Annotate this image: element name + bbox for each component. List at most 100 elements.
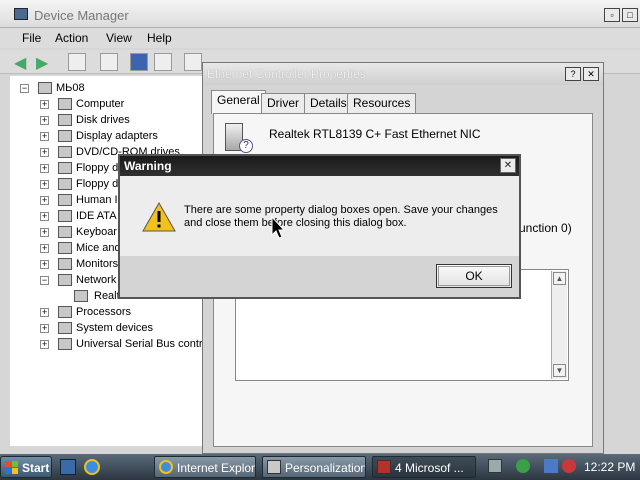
expand-icon[interactable]: + <box>40 244 49 253</box>
expand-icon[interactable]: + <box>40 308 49 317</box>
system-icon <box>58 322 72 334</box>
floppy-drive-icon <box>58 178 72 190</box>
network-icon <box>58 274 72 286</box>
properties-help-button[interactable]: ? <box>565 67 581 81</box>
expand-icon[interactable]: + <box>40 212 49 221</box>
show-desktop-icon[interactable] <box>60 459 76 475</box>
menu-action[interactable]: Action <box>55 31 88 45</box>
tab-driver[interactable]: Driver <box>261 93 305 113</box>
expand-icon[interactable]: + <box>40 164 49 173</box>
tree-item-label: Mice and <box>76 242 121 254</box>
view-button[interactable] <box>154 53 172 71</box>
ie-icon <box>159 460 173 474</box>
scan-hardware-button[interactable] <box>184 53 202 71</box>
processor-icon <box>58 306 72 318</box>
usb-icon <box>58 338 72 350</box>
tree-item-label: Processors <box>76 306 132 318</box>
tree-item-label: IDE ATA <box>76 210 117 222</box>
disk-icon <box>58 114 72 126</box>
status-scrollbar[interactable]: ▲ ▼ <box>551 271 567 379</box>
tree-item-label: Network <box>76 274 117 286</box>
expand-icon[interactable]: + <box>40 324 49 333</box>
menu-bar: File Action View Help <box>0 28 640 48</box>
network-tray-icon[interactable] <box>544 459 558 473</box>
properties-title: Ethernet Controller Properties <box>207 67 366 81</box>
tree-item-label: Universal Serial Bus contro <box>76 338 209 350</box>
tree-item-label: Disk drives <box>76 114 130 126</box>
keyboard-tray-icon[interactable] <box>488 459 502 473</box>
tree-item-label: Floppy di <box>76 162 121 174</box>
device-manager-titlebar[interactable]: Device Manager ▫ □ <box>0 0 640 28</box>
start-button[interactable]: Start <box>0 456 52 478</box>
warning-close-button[interactable]: ✕ <box>500 158 516 173</box>
tree-item-label: Keyboar <box>76 226 117 238</box>
question-mark-icon: ? <box>239 139 253 153</box>
warning-message-line2: and close them before closing this dialo… <box>184 217 407 229</box>
collapse-icon[interactable]: − <box>20 84 29 93</box>
personalization-icon <box>267 460 281 474</box>
scroll-up-icon[interactable]: ▲ <box>553 272 566 285</box>
task-label: Internet Explor... <box>177 461 256 475</box>
properties-close-button[interactable]: ✕ <box>583 67 599 81</box>
expand-icon[interactable]: + <box>40 116 49 125</box>
ie-quicklaunch-icon[interactable] <box>84 459 100 475</box>
expand-icon[interactable]: + <box>40 132 49 141</box>
device-name: Realtek RTL8139 C+ Fast Ethernet NIC <box>269 127 481 141</box>
device-manager-icon <box>14 8 28 20</box>
tree-root-label: МЬ08 <box>56 82 85 94</box>
hid-icon <box>58 194 72 206</box>
task-microsoft-group[interactable]: 4 Microsof ... <box>372 456 476 478</box>
tab-resources[interactable]: Resources <box>347 93 417 113</box>
device-manager-title: Device Manager <box>34 8 129 23</box>
task-label: Personalization <box>285 461 366 475</box>
expand-icon[interactable]: + <box>40 148 49 157</box>
security-tray-icon[interactable] <box>516 459 530 473</box>
expand-icon[interactable]: + <box>40 180 49 189</box>
task-internet-explorer[interactable]: Internet Explor... <box>154 456 256 478</box>
expand-icon[interactable]: + <box>40 340 49 349</box>
warning-titlebar[interactable]: Warning <box>120 156 519 176</box>
tree-item-label: Computer <box>76 98 125 110</box>
menu-help[interactable]: Help <box>147 31 172 45</box>
minimize-button[interactable]: ▫ <box>604 8 620 22</box>
text-cursor-icon <box>271 216 286 239</box>
menu-file[interactable]: File <box>22 31 41 45</box>
ide-icon <box>58 210 72 222</box>
windows-logo-icon <box>5 461 18 474</box>
show-hide-tree-button[interactable] <box>68 53 86 71</box>
expand-icon[interactable]: + <box>40 228 49 237</box>
collapse-icon[interactable]: − <box>40 276 49 285</box>
ok-button[interactable]: OK <box>436 264 512 288</box>
task-personalization[interactable]: Personalization <box>262 456 366 478</box>
tree-item-label: System devices <box>76 322 154 334</box>
warning-icon <box>142 202 176 232</box>
expand-icon[interactable]: + <box>40 196 49 205</box>
scroll-down-icon[interactable]: ▼ <box>553 364 566 377</box>
help-button[interactable] <box>130 53 148 71</box>
tab-general[interactable]: General <box>211 90 266 114</box>
nic-icon <box>74 290 88 302</box>
tree-item-label: Display adapters <box>76 130 158 142</box>
tab-details[interactable]: Details <box>304 93 353 113</box>
tree-item-label: Monitors <box>76 258 119 270</box>
forward-arrow-icon[interactable]: ▶ <box>36 53 48 73</box>
taskbar: Start Internet Explor... Personalization… <box>0 454 640 480</box>
dvd-icon <box>58 146 72 158</box>
maximize-button[interactable]: □ <box>622 8 638 22</box>
mouse-icon <box>58 242 72 254</box>
menu-view[interactable]: View <box>106 31 132 45</box>
tree-item-label: Human In <box>76 194 124 206</box>
warning-message-line1: There are some property dialog boxes ope… <box>184 204 498 216</box>
clock[interactable]: 12:22 PM <box>584 460 635 474</box>
floppy-icon <box>58 162 72 174</box>
back-arrow-icon[interactable]: ◀ <box>14 53 26 73</box>
properties-button[interactable] <box>100 53 118 71</box>
location-text: unction 0) <box>519 221 572 235</box>
tree-item-label: Floppy di <box>76 178 121 190</box>
expand-icon[interactable]: + <box>40 260 49 269</box>
monitor-icon <box>58 258 72 270</box>
expand-icon[interactable]: + <box>40 100 49 109</box>
volume-muted-icon[interactable] <box>562 459 576 473</box>
computer-root-icon <box>38 82 52 94</box>
properties-titlebar[interactable]: Ethernet Controller Properties ? ✕ <box>203 63 603 85</box>
